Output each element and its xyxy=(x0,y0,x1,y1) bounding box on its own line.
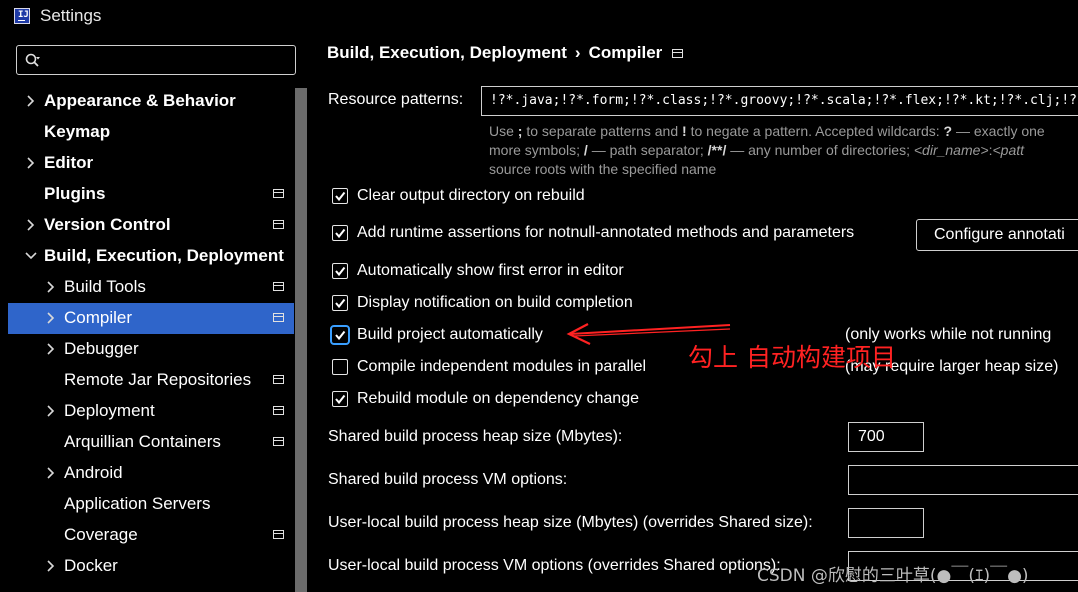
tree-item-label: Build, Execution, Deployment xyxy=(44,246,284,265)
user-heap-size-label: User-local build process heap size (Mbyt… xyxy=(328,514,813,531)
tree-item-label: Debugger xyxy=(64,339,139,358)
chevron-right-icon[interactable] xyxy=(44,404,58,418)
checkmark-icon xyxy=(335,298,346,309)
user-vm-options-label: User-local build process VM options (ove… xyxy=(328,557,781,574)
chevron-right-icon[interactable] xyxy=(44,466,58,480)
checkmark-icon xyxy=(335,266,346,277)
runtime-assert-label[interactable]: Add runtime assertions for notnull-annot… xyxy=(357,224,854,242)
tree-item-label: Arquillian Containers xyxy=(64,432,221,451)
project-level-icon xyxy=(273,406,284,415)
breadcrumb-parent[interactable]: Build, Execution, Deployment xyxy=(327,43,567,62)
project-level-icon xyxy=(273,220,284,229)
tree-item-appearance-behavior[interactable]: Appearance & Behavior xyxy=(8,86,294,117)
tree-item-editor[interactable]: Editor xyxy=(8,148,294,179)
heap-size-label: Shared build process heap size (Mbytes): xyxy=(328,428,623,445)
intellij-app-icon: IJ xyxy=(14,8,30,24)
tree-item-label: Editor xyxy=(44,153,94,172)
tree-item-android[interactable]: Android xyxy=(8,458,294,489)
compile-parallel-checkbox[interactable] xyxy=(332,359,348,375)
search-icon xyxy=(25,53,40,67)
watermark: CSDN @欣慰的三叶草(●￣(ｴ)￣●) xyxy=(757,566,1029,586)
notify-build-label[interactable]: Display notification on build completion xyxy=(357,294,633,312)
tree-item-label: Coverage xyxy=(64,525,138,544)
background-window-edge xyxy=(0,34,8,592)
chevron-right-icon[interactable] xyxy=(24,218,38,232)
checkmark-icon xyxy=(335,191,346,202)
rebuild-dep-checkbox[interactable] xyxy=(332,391,348,407)
tree-item-arquillian-containers[interactable]: Arquillian Containers xyxy=(8,427,294,458)
settings-tree: Appearance & Behavior Keymap Editor Plugins… xyxy=(8,86,294,592)
build-auto-checkbox[interactable] xyxy=(330,325,350,345)
resource-patterns-input[interactable]: !?*.java;!?*.form;!?*.class;!?*.groovy;!… xyxy=(481,86,1078,116)
tree-item-label: Appearance & Behavior xyxy=(44,91,236,110)
runtime-assert-checkbox[interactable] xyxy=(332,225,348,241)
tree-item-deployment[interactable]: Deployment xyxy=(8,396,294,427)
chevron-right-icon[interactable] xyxy=(44,559,58,573)
chevron-right-icon[interactable] xyxy=(44,280,58,294)
search-input[interactable] xyxy=(53,50,287,72)
notify-build-checkbox[interactable] xyxy=(332,295,348,311)
project-level-icon xyxy=(273,375,284,384)
vm-options-input[interactable] xyxy=(848,465,1078,495)
tree-item-label: Docker xyxy=(64,556,118,575)
breadcrumb-current: Compiler xyxy=(588,43,663,62)
tree-item-coverage[interactable]: Coverage xyxy=(8,520,294,551)
tree-item-docker[interactable]: Docker xyxy=(8,551,294,582)
chevron-right-icon[interactable] xyxy=(44,342,58,356)
tree-item-application-servers[interactable]: Application Servers xyxy=(8,489,294,520)
tree-item-plugins[interactable]: Plugins xyxy=(8,179,294,210)
checkmark-icon xyxy=(335,330,346,341)
annotation-text: 勾上 自动构建项目 xyxy=(688,343,896,372)
tree-item-label: Android xyxy=(64,463,123,482)
project-level-icon xyxy=(273,530,284,539)
chevron-right-icon[interactable] xyxy=(24,156,38,170)
project-level-icon xyxy=(273,189,284,198)
project-level-icon xyxy=(273,313,284,322)
tree-item-version-control[interactable]: Version Control xyxy=(8,210,294,241)
tree-item-label: Compiler xyxy=(64,308,133,327)
resource-patterns-label: Resource patterns: xyxy=(328,91,464,108)
breadcrumb-separator: › xyxy=(574,43,581,62)
clear-output-label[interactable]: Clear output directory on rebuild xyxy=(357,187,585,205)
rebuild-dep-label[interactable]: Rebuild module on dependency change xyxy=(357,390,639,408)
clear-output-checkbox[interactable] xyxy=(332,188,348,204)
user-heap-size-input[interactable] xyxy=(848,508,924,538)
vm-options-label: Shared build process VM options: xyxy=(328,471,568,488)
show-first-error-label[interactable]: Automatically show first error in editor xyxy=(357,262,624,280)
tree-scrollbar[interactable] xyxy=(295,88,307,592)
show-first-error-checkbox[interactable] xyxy=(332,263,348,279)
checkmark-icon xyxy=(335,228,346,239)
tree-item-label: Build Tools xyxy=(64,277,146,296)
tree-item-label: Application Servers xyxy=(64,494,211,513)
tree-item-label: Plugins xyxy=(44,184,106,203)
tree-item-label: Remote Jar Repositories xyxy=(64,370,252,389)
breadcrumb: Build, Execution, Deployment › Compiler xyxy=(327,43,684,63)
tree-item-label: Version Control xyxy=(44,215,171,234)
chevron-down-icon[interactable] xyxy=(24,249,38,263)
title-bar: IJ Settings xyxy=(0,0,1078,34)
tree-item-label: Deployment xyxy=(64,401,155,420)
project-level-icon xyxy=(273,282,284,291)
build-auto-label[interactable]: Build project automatically xyxy=(357,326,543,344)
tree-item-label: Keymap xyxy=(44,122,111,141)
tree-item-keymap[interactable]: Keymap xyxy=(8,117,294,148)
project-level-icon xyxy=(672,49,684,58)
tree-item-debugger[interactable]: Debugger xyxy=(8,334,294,365)
resource-patterns-value: !?*.java;!?*.form;!?*.class;!?*.groovy;!… xyxy=(490,93,1078,108)
heap-size-input[interactable]: 700 xyxy=(848,422,924,452)
tree-item-compiler[interactable]: Compiler xyxy=(8,303,294,334)
resource-patterns-hint: Use ; to separate patterns and ! to nega… xyxy=(489,123,1045,177)
tree-item-build-execution-deployment[interactable]: Build, Execution, Deployment xyxy=(8,241,294,272)
project-level-icon xyxy=(273,437,284,446)
window-title: Settings xyxy=(40,6,102,25)
chevron-right-icon[interactable] xyxy=(44,311,58,325)
checkmark-icon xyxy=(335,394,346,405)
chevron-right-icon[interactable] xyxy=(24,94,38,108)
settings-search[interactable] xyxy=(16,45,296,75)
configure-annotations-button[interactable]: Configure annotati xyxy=(916,219,1078,251)
tree-item-build-tools[interactable]: Build Tools xyxy=(8,272,294,303)
compile-parallel-label[interactable]: Compile independent modules in parallel xyxy=(357,358,646,376)
tree-item-remote-jar-repositories[interactable]: Remote Jar Repositories xyxy=(8,365,294,396)
